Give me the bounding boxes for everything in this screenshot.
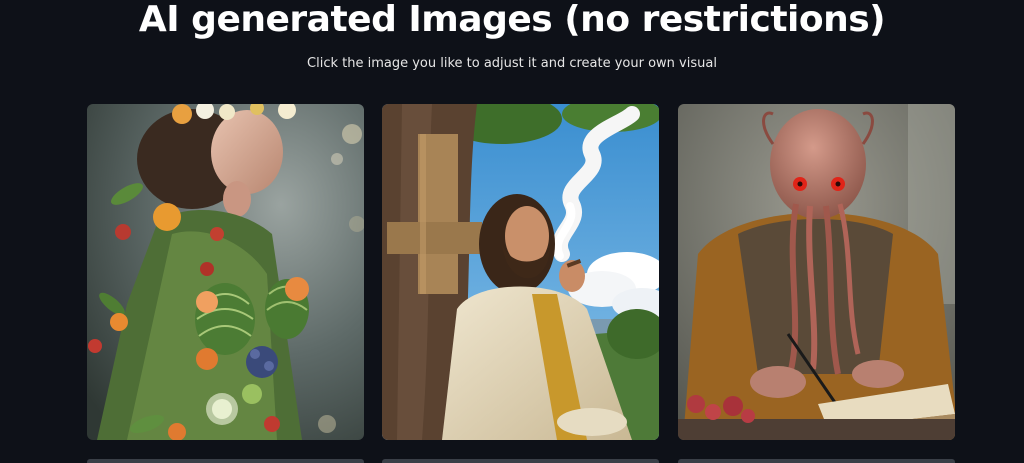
fruit-woman-image [87,104,364,440]
page-subtitle: Click the image you like to adjust it an… [307,56,717,71]
next-row-image-card[interactable] [87,459,364,463]
bearded-man-smoking-image [382,104,659,440]
page-title: AI generated Images (no restrictions) [138,0,886,40]
next-row-image-card[interactable] [678,459,955,463]
next-row-image-card[interactable] [382,459,659,463]
image-gallery [87,104,955,440]
gallery-image-card[interactable] [382,104,659,440]
tentacle-creature-writing-image [678,104,955,440]
gallery-image-card[interactable] [678,104,955,440]
page: AI generated Images (no restrictions) Cl… [0,0,1024,463]
gallery-image-card[interactable] [87,104,364,440]
